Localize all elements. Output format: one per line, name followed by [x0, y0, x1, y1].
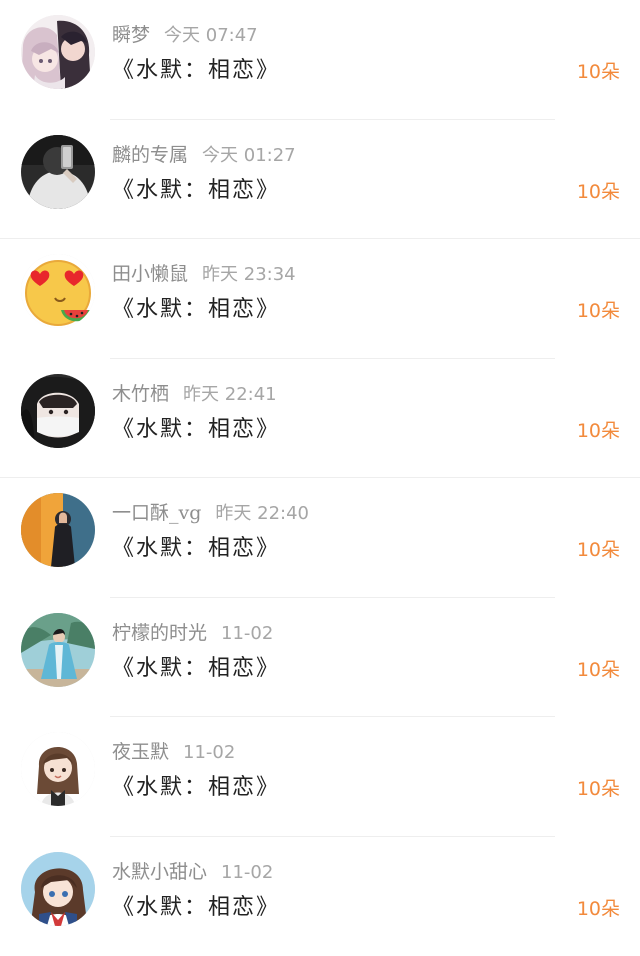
gift-title: 《水默：相恋》 — [112, 889, 280, 921]
timestamp: 11-02 — [183, 742, 235, 763]
costume-figure-avatar-icon[interactable] — [21, 613, 95, 687]
gift-amount: 10朵 — [577, 416, 620, 443]
username[interactable]: 田小懒鼠 — [112, 263, 188, 285]
gift-title: 《水默：相恋》 — [112, 530, 280, 562]
gift-title: 《水默：相恋》 — [112, 291, 280, 323]
record-meta: 瞬梦今天 07:47 — [112, 22, 258, 48]
record-meta: 水默小甜心 11-02 — [112, 859, 273, 885]
username[interactable]: 夜玉默 — [112, 741, 169, 763]
gift-title: 《水默：相恋》 — [112, 650, 280, 682]
timestamp: 昨天 23:34 — [202, 264, 296, 285]
gift-amount: 10朵 — [577, 535, 620, 562]
gift-amount: 10朵 — [577, 177, 620, 204]
list-item[interactable]: 瞬梦今天 07:47 《水默：相恋》 10朵 — [0, 0, 640, 120]
timestamp: 昨天 22:40 — [215, 503, 309, 524]
record-meta: 木竹栖昨天 22:41 — [112, 381, 277, 407]
list-item[interactable]: 田小懒鼠昨天 23:34 《水默：相恋》 10朵 — [0, 239, 640, 359]
record-meta: 夜玉默 11-02 — [112, 739, 235, 765]
record-meta: 一口酥_vg 昨天 22:40 — [112, 500, 309, 526]
record-meta: 田小懒鼠昨天 23:34 — [112, 261, 296, 287]
gift-amount: 10朵 — [577, 296, 620, 323]
username[interactable]: 瞬梦 — [112, 24, 150, 46]
list-item[interactable]: 水默小甜心 11-02 《水默：相恋》 10朵 — [0, 837, 640, 956]
list-item[interactable]: 木竹栖昨天 22:41 《水默：相恋》 10朵 — [0, 359, 640, 479]
timestamp: 今天 07:47 — [164, 25, 258, 46]
list-item[interactable]: 一口酥_vg 昨天 22:40 《水默：相恋》 10朵 — [0, 478, 640, 598]
selfie-dark-avatar-icon[interactable] — [21, 135, 95, 209]
silhouette-orange-avatar-icon[interactable] — [21, 493, 95, 567]
gift-amount: 10朵 — [577, 655, 620, 682]
timestamp: 11-02 — [221, 862, 273, 883]
gift-title: 《水默：相恋》 — [112, 769, 280, 801]
username[interactable]: 木竹栖 — [112, 383, 169, 405]
timestamp: 11-02 — [221, 623, 273, 644]
gift-title: 《水默：相恋》 — [112, 411, 280, 443]
anime-schoolgirl-avatar-icon[interactable] — [21, 852, 95, 926]
list-item[interactable]: 麟的专属今天 01:27 《水默：相恋》 10朵 — [0, 120, 640, 240]
masked-girl-avatar-icon[interactable] — [21, 374, 95, 448]
record-meta: 麟的专属今天 01:27 — [112, 142, 296, 168]
gift-title: 《水默：相恋》 — [112, 52, 280, 84]
couple-anime-avatar-icon[interactable] — [21, 15, 95, 89]
heart-eyes-emoji-avatar-icon[interactable] — [21, 254, 95, 328]
record-meta: 柠檬的时光 11-02 — [112, 620, 273, 646]
drawn-girl-avatar-icon[interactable] — [21, 732, 95, 806]
list-item[interactable]: 柠檬的时光 11-02 《水默：相恋》 10朵 — [0, 598, 640, 718]
timestamp: 今天 01:27 — [202, 145, 296, 166]
gift-amount: 10朵 — [577, 57, 620, 84]
list-item[interactable]: 夜玉默 11-02 《水默：相恋》 10朵 — [0, 717, 640, 837]
username[interactable]: 麟的专属 — [112, 144, 188, 166]
username[interactable]: 一口酥_vg — [112, 502, 201, 524]
gift-title: 《水默：相恋》 — [112, 172, 280, 204]
username[interactable]: 水默小甜心 — [112, 861, 207, 883]
username[interactable]: 柠檬的时光 — [112, 622, 207, 644]
gift-amount: 10朵 — [577, 894, 620, 921]
gift-record-list: 瞬梦今天 07:47 《水默：相恋》 10朵 麟的专属今天 01:27 《水默：… — [0, 0, 640, 948]
timestamp: 昨天 22:41 — [183, 384, 277, 405]
gift-amount: 10朵 — [577, 774, 620, 801]
